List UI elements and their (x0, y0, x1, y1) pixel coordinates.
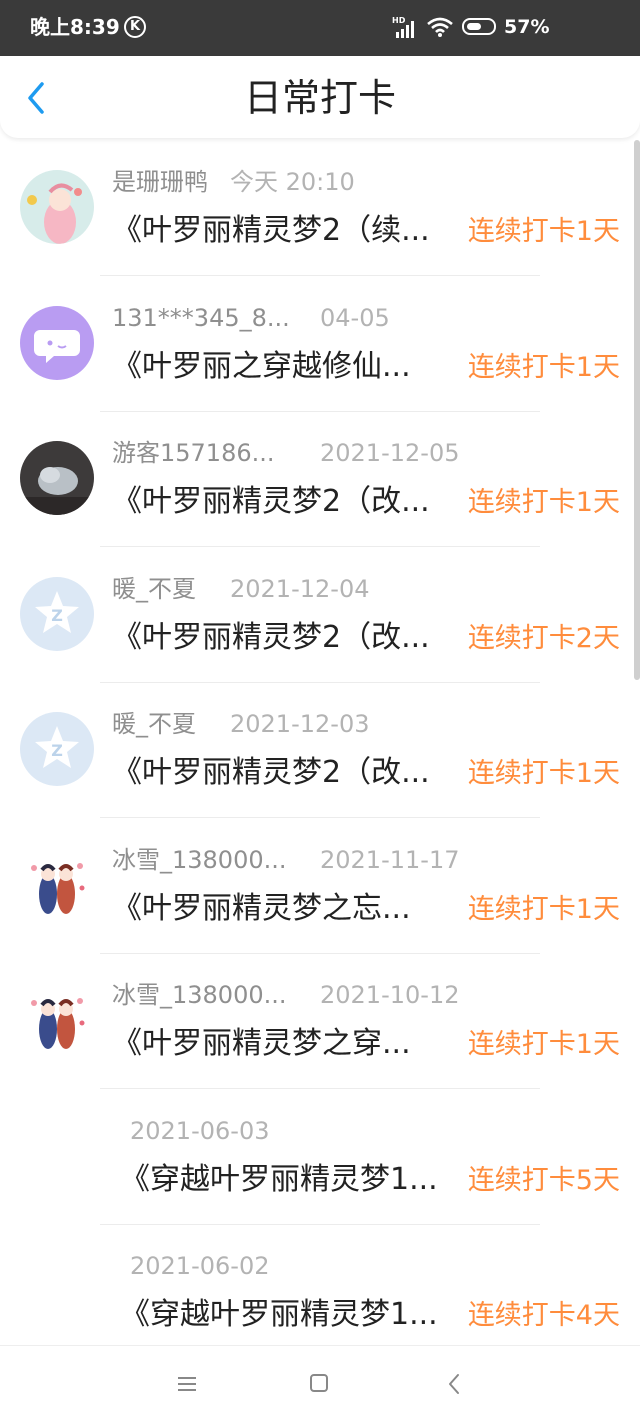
book-title[interactable]: 《叶罗丽精灵梦之忘... (112, 888, 452, 930)
checkin-date: 2021-11-17 (320, 846, 460, 874)
checkin-row[interactable]: 2021-06-02 《穿越叶罗丽精灵梦1... 连续打卡4天 (0, 1224, 640, 1345)
username[interactable]: 冰雪_138000... (112, 977, 300, 1013)
row-meta: 暖_不夏 2021-12-04 (112, 571, 452, 607)
book-title[interactable]: 《穿越叶罗丽精灵梦1... (120, 1294, 460, 1336)
checkin-date: 2021-06-03 (130, 1117, 270, 1145)
checkin-date: 今天 20:10 (230, 168, 355, 196)
checkin-date: 2021-06-02 (130, 1252, 270, 1280)
streak-label: 连续打卡1天 (467, 487, 620, 518)
checkin-row[interactable]: Z 暖_不夏 2021-12-03 《叶罗丽精灵梦2（改... 连续打卡1天 (0, 682, 640, 818)
username[interactable]: 冰雪_138000... (112, 842, 300, 878)
checkin-date: 2021-10-12 (320, 981, 460, 1009)
wifi-icon (427, 17, 453, 37)
username[interactable]: 131***345_8... (112, 300, 300, 336)
checkin-row[interactable]: 131***345_8... 04-05 《叶罗丽之穿越修仙... 连续打卡1天 (0, 276, 640, 412)
book-title[interactable]: 《叶罗丽之穿越修仙... (112, 346, 452, 388)
streak-label: 连续打卡1天 (467, 894, 620, 925)
streak-label: 连续打卡4天 (467, 1300, 620, 1331)
checkin-list[interactable]: 是珊珊鸭 今天 20:10 《叶罗丽精灵梦2（续... 连续打卡1天 131***345… (0, 140, 640, 1345)
row-meta: 冰雪_138000... 2021-11-17 (112, 842, 459, 878)
username[interactable]: 游客157186... (112, 435, 300, 471)
row-meta: 游客157186... 2021-12-05 (112, 435, 459, 471)
streak-label: 连续打卡1天 (467, 1029, 620, 1060)
page-title: 日常打卡 (243, 76, 396, 120)
book-title[interactable]: 《叶罗丽精灵梦2（改... (112, 752, 452, 794)
row-meta: 是珊珊鸭 今天 20:10 (112, 164, 452, 200)
status-bar: 晚上8:39 K HD 57% (0, 0, 640, 56)
default-star-avatar[interactable]: Z (20, 712, 94, 786)
nav-back-icon[interactable] (446, 1373, 462, 1395)
anime-couple-avatar[interactable] (20, 983, 94, 1057)
book-title[interactable]: 《叶罗丽精灵梦之穿... (112, 1023, 452, 1065)
row-meta: 2021-06-03 (120, 1113, 460, 1149)
svg-text:HD: HD (392, 16, 406, 25)
anime-couple-avatar[interactable] (20, 848, 94, 922)
checkin-row[interactable]: 游客157186... 2021-12-05 《叶罗丽精灵梦2（改... 连续打卡1天 (0, 411, 640, 547)
svg-text:Z: Z (51, 606, 63, 625)
checkin-date: 2021-12-04 (230, 575, 370, 603)
status-indicators: HD 57% (340, 14, 640, 40)
chat-bubble-avatar[interactable] (20, 306, 94, 380)
checkin-row[interactable]: 2021-06-03 《穿越叶罗丽精灵梦1... 连续打卡5天 (0, 1089, 640, 1225)
row-meta: 冰雪_138000... 2021-10-12 (112, 977, 459, 1013)
app-header: 日常打卡 (0, 56, 640, 138)
checkin-row[interactable]: 冰雪_138000... 2021-10-12 《叶罗丽精灵梦之穿... 连续打卡1天 (0, 953, 640, 1089)
k-badge-icon: K (124, 16, 146, 38)
checkin-date: 2021-12-05 (320, 439, 460, 467)
menu-icon[interactable] (176, 1375, 198, 1393)
streak-label: 连续打卡1天 (467, 758, 620, 789)
book-title[interactable]: 《叶罗丽精灵梦2（续... (112, 210, 452, 252)
system-nav-bar (0, 1345, 640, 1423)
book-title[interactable]: 《穿越叶罗丽精灵梦1... (120, 1159, 460, 1201)
checkin-row[interactable]: 冰雪_138000... 2021-11-17 《叶罗丽精灵梦之忘... 连续打卡1天 (0, 818, 640, 954)
streak-label: 连续打卡5天 (467, 1165, 620, 1196)
photo-avatar[interactable] (20, 441, 94, 515)
svg-text:Z: Z (51, 741, 63, 760)
checkin-date: 04-05 (320, 304, 390, 332)
battery-icon (462, 18, 496, 35)
anime-girl-avatar[interactable] (20, 170, 94, 244)
battery-level (467, 23, 481, 30)
streak-label: 连续打卡2天 (467, 623, 620, 654)
checkin-row[interactable]: Z 暖_不夏 2021-12-04 《叶罗丽精灵梦2（改... 连续打卡2天 (0, 547, 640, 683)
signal-icon: HD (392, 16, 414, 38)
status-time: 晚上8:39 (30, 15, 120, 39)
row-meta: 2021-06-02 (120, 1248, 460, 1284)
book-title[interactable]: 《叶罗丽精灵梦2（改... (112, 617, 452, 659)
checkin-date: 2021-12-03 (230, 710, 370, 738)
home-icon[interactable] (310, 1374, 328, 1392)
checkin-row[interactable]: 是珊珊鸭 今天 20:10 《叶罗丽精灵梦2（续... 连续打卡1天 (0, 140, 640, 276)
battery-percent: 57% (504, 16, 550, 38)
streak-label: 连续打卡1天 (467, 216, 620, 247)
streak-label: 连续打卡1天 (467, 352, 620, 383)
row-meta: 暖_不夏 2021-12-03 (112, 706, 452, 742)
book-title[interactable]: 《叶罗丽精灵梦2（改... (112, 481, 452, 523)
scrollbar[interactable] (634, 140, 640, 680)
default-star-avatar[interactable]: Z (20, 577, 94, 651)
row-meta: 131***345_8... 04-05 (112, 300, 452, 336)
